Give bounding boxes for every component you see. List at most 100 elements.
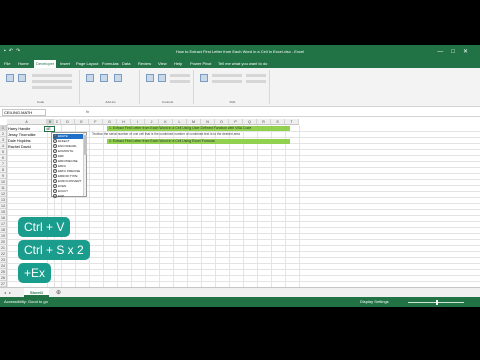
- autocomplete-item-label: ERROR.TYPE: [58, 174, 78, 178]
- tab-developer[interactable]: Developer: [34, 60, 57, 68]
- tab-review[interactable]: Review: [138, 61, 151, 66]
- column-header-q[interactable]: Q: [243, 119, 257, 125]
- group-label-controls: Controls: [161, 100, 174, 104]
- tab-insert[interactable]: Insert: [60, 61, 70, 66]
- column-header-f[interactable]: F: [89, 119, 103, 125]
- column-header-k[interactable]: K: [159, 119, 173, 125]
- ribbon-group-addins: Add-ins: [82, 70, 140, 104]
- com-add-ins-icon[interactable]: [114, 74, 122, 82]
- fx-icon[interactable]: fx: [86, 109, 89, 114]
- column-header-l[interactable]: L: [173, 119, 187, 125]
- autocomplete-item-label: EOMONTH: [58, 149, 74, 153]
- excel-window: ▪↶↷ How to Extract First Letter from Eac…: [0, 45, 480, 314]
- letterbox-top: [0, 0, 480, 45]
- grid-line-vertical: [285, 125, 286, 314]
- record-macro-button[interactable]: [32, 74, 72, 77]
- macros-icon[interactable]: [18, 74, 26, 82]
- keystroke-ctrl-s: Ctrl + S x 2: [18, 240, 90, 260]
- column-header-b[interactable]: B: [47, 119, 54, 125]
- display-settings[interactable]: Display Settings: [360, 297, 389, 307]
- grid-line-vertical: [89, 125, 90, 314]
- tab-view[interactable]: View: [158, 61, 167, 66]
- column-header-o[interactable]: O: [215, 119, 229, 125]
- column-header-r[interactable]: R: [257, 119, 271, 125]
- window-title: How to Extract First Letter from Each Wo…: [175, 49, 305, 54]
- import-button[interactable]: [246, 74, 266, 77]
- status-bar: Accessibility: Good to go Display Settin…: [0, 297, 480, 307]
- close-button[interactable]: ✕: [463, 49, 476, 55]
- column-header-h[interactable]: H: [117, 119, 131, 125]
- autocomplete-item-label: ERF: [58, 154, 64, 158]
- minimize-button[interactable]: —: [437, 49, 451, 55]
- column-header-g[interactable]: G: [103, 119, 117, 125]
- title-bar: ▪↶↷ How to Extract First Letter from Eac…: [0, 45, 480, 59]
- tell-me-box[interactable]: Tell me what you want to do: [218, 61, 267, 66]
- column-header-d[interactable]: D: [61, 119, 75, 125]
- autocomplete-item-label: EXP: [58, 194, 65, 198]
- ribbon-group-code: Code: [2, 70, 80, 104]
- map-properties-button[interactable]: [212, 74, 242, 77]
- scrollbar-thumb[interactable]: [84, 135, 87, 155]
- function-icon: f: [53, 159, 57, 164]
- autocomplete-item[interactable]: f EXP: [53, 194, 85, 199]
- grid-line-vertical: [145, 125, 146, 314]
- tab-file[interactable]: File: [4, 61, 10, 66]
- sheet-nav-arrows[interactable]: ◂▸: [4, 290, 14, 295]
- column-header-i[interactable]: I: [131, 119, 145, 125]
- grid-line-horizontal: [7, 203, 480, 204]
- sheet-tab[interactable]: Sheet1: [24, 288, 50, 297]
- zoom-slider-thumb[interactable]: [436, 300, 438, 305]
- column-header-t[interactable]: T: [285, 119, 299, 125]
- design-mode-icon[interactable]: [158, 74, 166, 82]
- tab-page-layout[interactable]: Page Layout: [76, 61, 98, 66]
- ribbon-group-xml: XML: [196, 70, 270, 104]
- column-header-e[interactable]: E: [75, 119, 89, 125]
- function-icon: f: [53, 134, 57, 139]
- grid-line-vertical: [117, 125, 118, 314]
- grid-line-vertical: [299, 125, 300, 314]
- maximize-button[interactable]: □: [451, 49, 463, 55]
- view-code-button[interactable]: [170, 80, 190, 83]
- keystroke-ex: +Ex: [18, 263, 52, 283]
- expansion-packs-button[interactable]: [212, 80, 242, 83]
- column-header-s[interactable]: S: [271, 119, 285, 125]
- macro-security-button[interactable]: [32, 86, 72, 89]
- tab-data[interactable]: Data: [122, 61, 130, 66]
- grid-line-vertical: [7, 125, 8, 314]
- column-header-a[interactable]: A: [7, 119, 47, 125]
- tab-help[interactable]: Help: [174, 61, 182, 66]
- function-icon: f: [53, 144, 57, 149]
- grid-line-vertical: [103, 125, 104, 314]
- excel-add-ins-icon[interactable]: [100, 74, 108, 82]
- column-header-n[interactable]: N: [201, 119, 215, 125]
- tab-formulas[interactable]: Formulas: [102, 61, 119, 66]
- autocomplete-item-label: ENCODEURL: [58, 144, 77, 148]
- column-header-j[interactable]: J: [145, 119, 159, 125]
- properties-button[interactable]: [170, 74, 190, 77]
- column-header-m[interactable]: M: [187, 119, 201, 125]
- source-icon[interactable]: [200, 74, 208, 82]
- function-icon: f: [53, 164, 57, 169]
- function-icon: f: [53, 194, 57, 199]
- autocomplete-item-label: ERFC.PRECISE: [58, 169, 81, 173]
- name-box[interactable]: CEILING.MATH: [2, 109, 46, 116]
- tab-power-pivot[interactable]: Power Pivot: [190, 61, 211, 66]
- function-icon: f: [53, 184, 57, 189]
- column-header-c[interactable]: C: [54, 119, 61, 125]
- function-icon: f: [53, 149, 57, 154]
- add-sheet-icon[interactable]: ⊕: [56, 289, 61, 296]
- keystroke-ctrl-v: Ctrl + V: [18, 217, 71, 237]
- export-button[interactable]: [246, 80, 266, 83]
- grid-line-vertical: [229, 125, 230, 314]
- relative-references-button[interactable]: [32, 80, 72, 83]
- insert-control-icon[interactable]: [146, 74, 154, 82]
- cell-a4[interactable]: Rachel David: [8, 144, 31, 150]
- accessibility-status[interactable]: Accessibility: Good to go: [4, 297, 48, 307]
- column-header-p[interactable]: P: [229, 119, 243, 125]
- group-label-xml: XML: [229, 100, 236, 104]
- add-ins-icon[interactable]: [86, 74, 94, 82]
- autocomplete-item-label: ERFC: [58, 164, 67, 168]
- autocomplete-scrollbar[interactable]: [83, 133, 87, 196]
- visual-basic-icon[interactable]: [6, 74, 14, 82]
- tab-home[interactable]: Home: [18, 61, 29, 66]
